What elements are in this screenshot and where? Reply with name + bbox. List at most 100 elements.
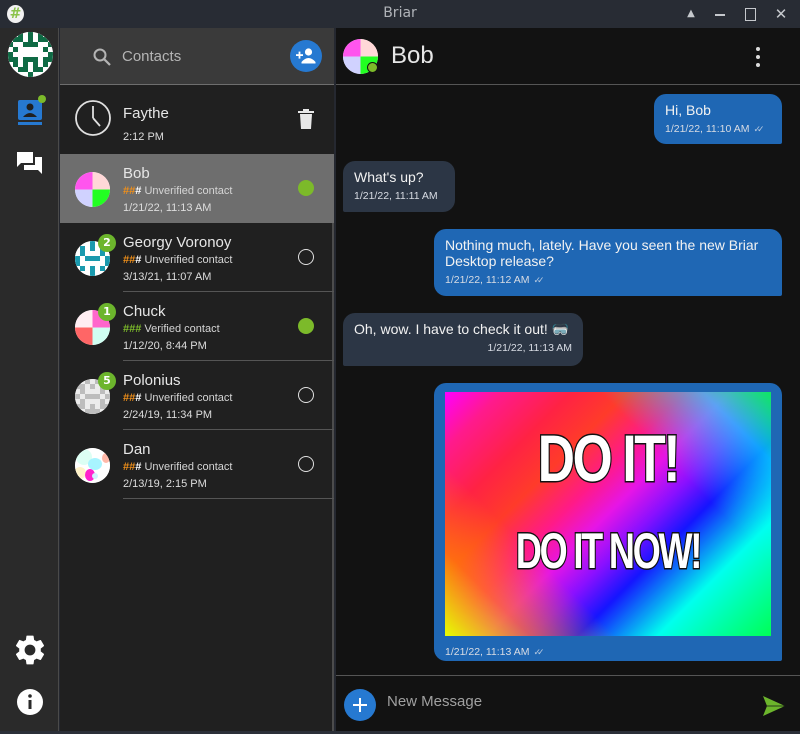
contact-last-activity: 1/21/22, 11:13 AM xyxy=(123,202,212,214)
contact-name: Bob xyxy=(123,165,150,182)
shade-window-button[interactable]: ▲ xyxy=(681,4,701,24)
more-vert-icon-dot xyxy=(756,55,760,59)
message-meta: 1/21/22, 11:12 AM ✓✓ xyxy=(445,274,771,286)
pending-contact-name: Faythe xyxy=(123,105,169,122)
contact-search-bar xyxy=(60,28,334,85)
contact-list-pane: Faythe 2:12 PM Bob ### Unverified contac… xyxy=(60,28,334,731)
rail-settings-button[interactable] xyxy=(12,632,48,668)
window-title: Briar xyxy=(383,5,417,21)
contact-status-text: Verified contact xyxy=(144,323,220,335)
contact-verification-status: ### Unverified contact xyxy=(123,461,232,473)
search-icon xyxy=(93,48,111,66)
unread-count-badge: 2 xyxy=(98,234,116,252)
message-meta: 1/21/22, 11:11 AM xyxy=(354,190,444,202)
navigation-rail xyxy=(0,28,59,731)
online-indicator xyxy=(367,62,378,73)
add-person-icon xyxy=(296,48,316,64)
contact-status-text: Unverified contact xyxy=(144,392,233,404)
conversation-contact-name: Bob xyxy=(391,42,434,69)
conversation-pane: Bob Hi, Bob 1/21/22, 11:10 AM ✓✓ What's u… xyxy=(336,28,800,731)
read-receipt-icon: ✓✓ xyxy=(533,276,544,286)
contact-name: Polonius xyxy=(123,372,181,389)
conversation-menu-button[interactable] xyxy=(748,45,768,69)
message-timestamp: 1/21/22, 11:12 AM xyxy=(445,274,530,286)
contact-last-activity: 2/13/19, 2:15 PM xyxy=(123,478,207,490)
offline-indicator xyxy=(298,249,314,265)
message-outgoing[interactable]: Nothing much, lately. Have you seen the … xyxy=(434,229,782,296)
title-bar: Briar ▲ ✕ xyxy=(0,0,800,28)
profile-avatar[interactable] xyxy=(8,32,53,77)
trust-level-hash: ## xyxy=(123,392,136,404)
contact-avatar xyxy=(75,448,110,483)
contact-verification-status: ### Unverified contact xyxy=(123,392,232,404)
contact-name: Chuck xyxy=(123,303,166,320)
gear-icon xyxy=(15,635,45,665)
read-receipt-icon: ✓✓ xyxy=(753,125,764,135)
online-indicator xyxy=(298,180,314,196)
message-incoming[interactable]: What's up? 1/21/22, 11:11 AM xyxy=(343,161,455,212)
add-contact-button[interactable] xyxy=(290,40,322,72)
online-indicator xyxy=(298,318,314,334)
profile-identicon xyxy=(8,32,53,77)
maximize-button[interactable] xyxy=(740,4,760,24)
contact-last-activity: 2/24/19, 11:34 PM xyxy=(123,409,213,421)
trust-level-hash-end: # xyxy=(135,461,142,473)
trust-level-hash-end: # xyxy=(135,185,142,197)
contact-item-polonius[interactable]: 5 Polonius ### Unverified contact 2/24/1… xyxy=(60,361,334,430)
more-vert-icon-dot xyxy=(756,63,760,67)
offline-indicator xyxy=(298,387,314,403)
contact-last-activity: 1/12/20, 8:44 PM xyxy=(123,340,207,352)
message-timestamp: 1/21/22, 11:10 AM xyxy=(665,123,750,135)
trust-level-hash-end: # xyxy=(135,254,142,266)
info-icon xyxy=(17,689,43,715)
message-text: Oh, wow. I have to check it out! 🥽 xyxy=(354,321,570,337)
send-icon[interactable] xyxy=(762,695,786,717)
minimize-button[interactable] xyxy=(710,4,730,24)
more-vert-icon xyxy=(756,47,760,51)
chat-icon xyxy=(17,152,42,174)
pending-contact-item[interactable]: Faythe 2:12 PM xyxy=(60,85,334,154)
unread-count-badge: 1 xyxy=(98,303,116,321)
briar-window: Briar ▲ ✕ xyxy=(0,0,800,734)
contact-search-input[interactable] xyxy=(122,45,282,67)
contact-status-text: Unverified contact xyxy=(144,461,233,473)
message-outgoing-image[interactable]: DO IT! DO IT NOW! 1/21/22, 11:13 AM ✓✓ xyxy=(434,383,782,661)
contact-item-dan[interactable]: Dan ### Unverified contact 2/13/19, 2:15… xyxy=(60,430,334,499)
message-text: Nothing much, lately. Have you seen the … xyxy=(445,237,759,269)
contact-verification-status: ### Verified contact xyxy=(123,323,220,335)
pending-contact-time: 2:12 PM xyxy=(123,131,164,143)
contact-name: Georgy Voronoy xyxy=(123,234,232,251)
contact-last-activity: 3/13/21, 11:07 AM xyxy=(123,271,212,283)
rail-about-button[interactable] xyxy=(12,684,48,720)
contact-item-bob[interactable]: Bob ### Unverified contact 1/21/22, 11:1… xyxy=(60,154,334,223)
contact-avatar xyxy=(75,172,110,207)
message-image[interactable]: DO IT! DO IT NOW! xyxy=(445,392,771,636)
message-text: Hi, Bob xyxy=(665,102,711,118)
message-input[interactable] xyxy=(387,690,727,712)
message-incoming[interactable]: Oh, wow. I have to check it out! 🥽 1/21/… xyxy=(343,313,583,366)
delete-pending-contact-icon[interactable] xyxy=(296,108,316,130)
attach-button[interactable] xyxy=(344,689,376,721)
message-timestamp: 1/21/22, 11:13 AM xyxy=(487,342,572,354)
contact-identicon xyxy=(75,448,110,483)
contact-item-chuck[interactable]: 1 Chuck ### Verified contact 1/12/20, 8:… xyxy=(60,292,334,361)
meme-text-line-2: DO IT NOW! xyxy=(515,522,704,581)
message-timestamp: 1/21/22, 11:11 AM xyxy=(354,190,438,202)
contact-item-georgy-voronoy[interactable]: 2 Georgy Voronoy ### Unverified contact … xyxy=(60,223,334,292)
close-window-button[interactable]: ✕ xyxy=(771,4,791,24)
contact-status-text: Unverified contact xyxy=(144,185,233,197)
trust-level-hash-end: # xyxy=(135,392,142,404)
contact-name: Dan xyxy=(123,441,151,458)
trust-level-hash: ## xyxy=(123,254,136,266)
trust-level-hash: ### xyxy=(123,323,142,335)
message-outgoing[interactable]: Hi, Bob 1/21/22, 11:10 AM ✓✓ xyxy=(654,94,782,144)
meme-text-line-1: DO IT! xyxy=(537,420,682,497)
rail-contacts-button[interactable] xyxy=(12,94,48,130)
rail-private-messages-button[interactable] xyxy=(12,146,48,182)
list-divider xyxy=(123,498,334,499)
contact-verification-status: ### Unverified contact xyxy=(123,254,232,266)
conversation-header: Bob xyxy=(336,28,800,85)
read-receipt-icon: ✓✓ xyxy=(533,648,544,658)
message-text: What's up? xyxy=(354,169,424,185)
contact-identicon xyxy=(75,172,110,207)
